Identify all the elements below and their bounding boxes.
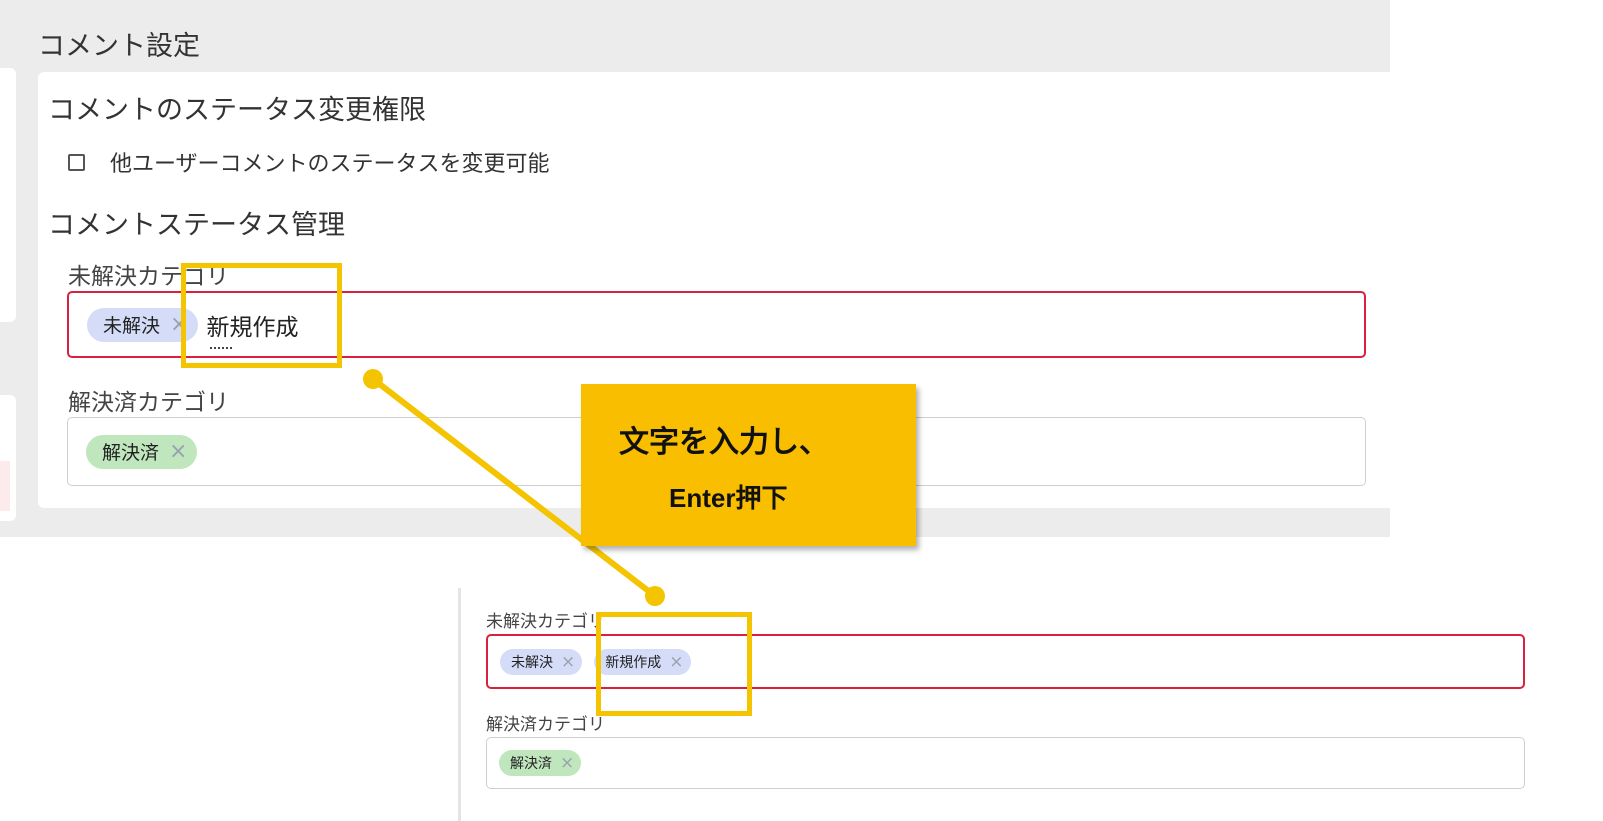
- tag-chip: 未解決 ×: [500, 648, 583, 675]
- remove-icon[interactable]: ×: [560, 753, 574, 773]
- callout-line-2: Enter押下: [669, 483, 788, 513]
- tag-chip-label: 未解決: [511, 654, 553, 671]
- tag-chip-label: 解決済: [102, 442, 160, 464]
- tag-chip-label: 解決済: [510, 756, 552, 772]
- tag-chip: 解決済 ×: [499, 750, 582, 776]
- resolved-category-field[interactable]: 解決済 ×: [486, 737, 1525, 789]
- remove-icon[interactable]: ×: [561, 652, 575, 672]
- input-highlight-box: [181, 263, 342, 368]
- permission-checkbox-row[interactable]: 他ユーザーコメントのステータスを変更可能: [68, 146, 550, 178]
- resolved-category-label: 解決済カテゴリ: [486, 715, 605, 735]
- permission-checkbox[interactable]: [68, 153, 85, 171]
- section-title: コメント設定: [38, 31, 200, 62]
- instruction-callout: 文字を入力し、 Enter押下: [581, 384, 916, 546]
- tag-chip: 解決済 ×: [86, 434, 198, 469]
- permission-checkbox-label: 他ユーザーコメントのステータスを変更可能: [110, 152, 550, 177]
- result-highlight-box: [596, 612, 752, 716]
- status-management-heading: コメントステータス管理: [48, 210, 345, 241]
- side-panel: [0, 68, 16, 322]
- resolved-category-label: 解決済カテゴリ: [68, 390, 229, 416]
- side-panel: [0, 395, 16, 521]
- remove-icon[interactable]: ×: [169, 439, 187, 464]
- unresolved-category-label: 未解決カテゴリ: [486, 612, 605, 632]
- callout-line-1: 文字を入力し、: [619, 426, 829, 459]
- tag-chip-label: 未解決: [103, 315, 161, 337]
- permission-heading: コメントのステータス変更権限: [48, 95, 426, 126]
